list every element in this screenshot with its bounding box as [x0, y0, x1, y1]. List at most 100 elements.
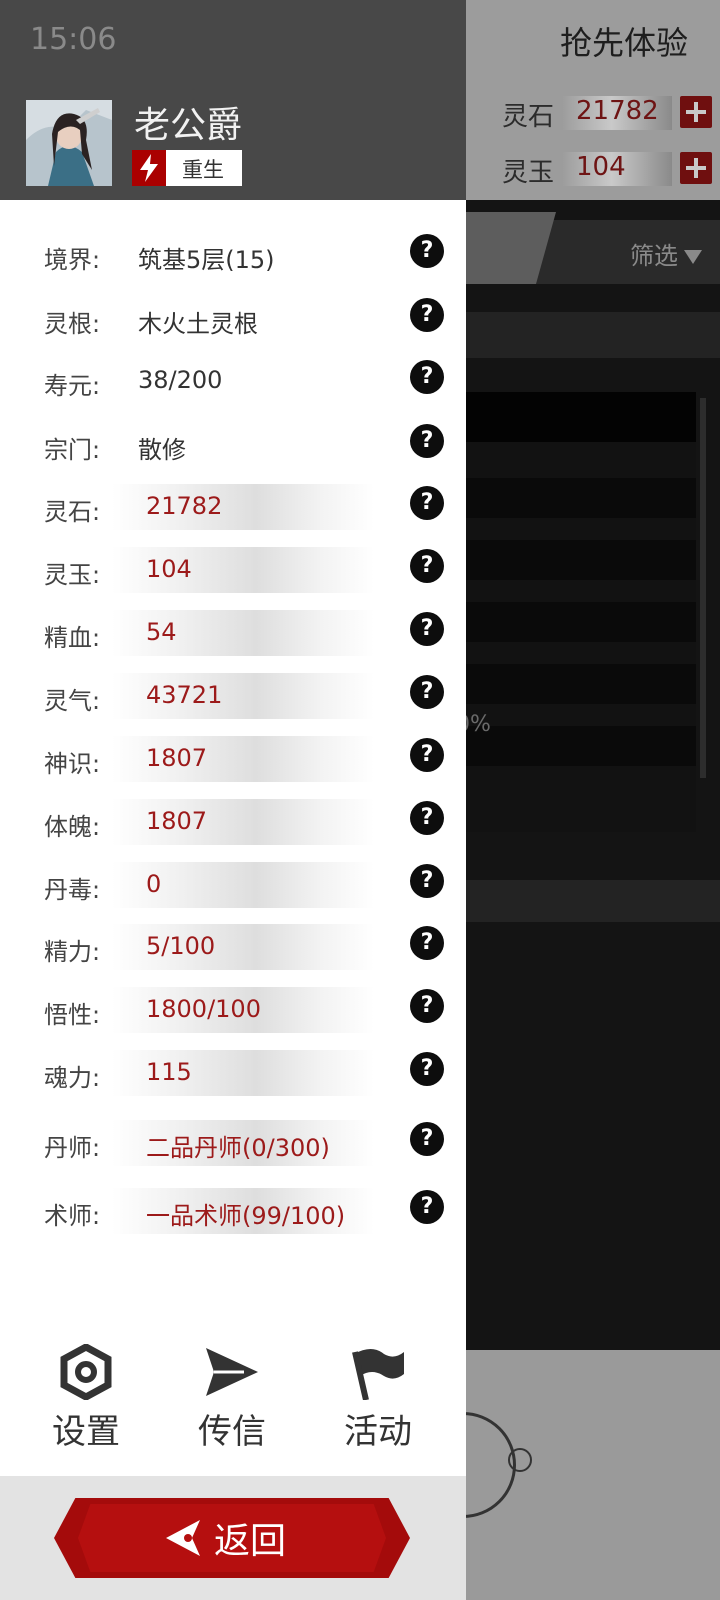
filter-label: 筛选 — [630, 242, 678, 270]
help-icon[interactable]: ? — [410, 675, 444, 709]
stat-label: 神识: — [44, 750, 101, 778]
stat-value: 5/100 — [146, 932, 216, 960]
gear-icon — [60, 1344, 112, 1400]
help-icon[interactable]: ? — [410, 486, 444, 520]
status-badge: 重生 — [132, 150, 242, 186]
stat-row: 灵根: 木火土灵根? — [0, 298, 466, 346]
lightning-icon — [132, 150, 166, 186]
stat-label: 丹师: — [44, 1134, 101, 1162]
list-item[interactable] — [456, 664, 696, 704]
stat-label: 灵玉: — [44, 561, 101, 589]
stat-value: 38/200 — [138, 366, 223, 394]
back-arrow-icon — [164, 1518, 202, 1562]
background-section-bar — [456, 880, 720, 922]
help-icon[interactable]: ? — [410, 1052, 444, 1086]
stat-value: 115 — [146, 1058, 192, 1086]
stat-row: 灵气: 43721? — [0, 673, 466, 723]
stat-value: 1807 — [146, 744, 208, 772]
message-label: 传信 — [198, 1412, 266, 1452]
help-icon[interactable]: ? — [410, 424, 444, 458]
stat-label: 精力: — [44, 938, 101, 966]
add-spirit-jade-icon[interactable] — [680, 152, 712, 184]
back-button[interactable]: 返回 — [54, 1498, 410, 1578]
events-button[interactable]: 活动 — [318, 1344, 438, 1453]
resource-label: 灵玉 — [502, 158, 555, 188]
resource-label: 灵石 — [502, 102, 555, 132]
stat-label: 悟性: — [44, 1001, 101, 1029]
stat-value: 43721 — [146, 681, 223, 709]
stat-value: 二品丹师(0/300) — [146, 1134, 330, 1162]
help-icon[interactable]: ? — [410, 926, 444, 960]
events-label: 活动 — [344, 1412, 412, 1452]
stat-value: 0 — [146, 870, 162, 898]
help-icon[interactable]: ? — [410, 1122, 444, 1156]
back-area: 返回 — [0, 1476, 466, 1600]
stat-row: 丹毒: 0? — [0, 862, 466, 912]
stat-value: 54 — [146, 618, 177, 646]
status-time: 15:06 — [30, 22, 117, 57]
list-header — [456, 392, 696, 442]
stat-label: 灵气: — [44, 687, 101, 715]
background-title: 抢先体验 — [559, 24, 688, 62]
help-icon[interactable]: ? — [410, 549, 444, 583]
background-section-bar — [456, 312, 720, 358]
badge-label: 重生 — [182, 158, 224, 182]
list-item[interactable] — [456, 478, 696, 518]
message-button[interactable]: 传信 — [172, 1344, 292, 1453]
stat-value: 21782 — [146, 492, 223, 520]
background-list — [456, 392, 696, 832]
stat-label: 精血: — [44, 624, 101, 652]
stat-label: 境界: — [44, 246, 101, 274]
stat-value: 1807 — [146, 807, 208, 835]
stat-value: 1800/100 — [146, 995, 261, 1023]
stat-value: 木火土灵根 — [138, 310, 258, 338]
background-resource-spirit-stone: 灵石 21782 — [490, 94, 720, 134]
help-icon[interactable]: ? — [410, 738, 444, 772]
stat-row: 寿元: 38/200? — [0, 360, 466, 408]
help-icon[interactable]: ? — [410, 234, 444, 268]
resource-value: 21782 — [576, 96, 659, 126]
send-icon — [206, 1348, 258, 1396]
help-icon[interactable]: ? — [410, 360, 444, 394]
player-name: 老公爵 — [134, 105, 243, 146]
stat-row: 魂力: 115? — [0, 1050, 466, 1100]
help-icon[interactable]: ? — [410, 1190, 444, 1224]
list-item[interactable] — [456, 602, 696, 642]
stat-label: 魂力: — [44, 1064, 101, 1092]
background-scrollbar[interactable] — [700, 398, 706, 778]
stat-label: 灵根: — [44, 310, 101, 338]
list-item[interactable] — [456, 540, 696, 580]
stat-row: 灵石: 21782? — [0, 484, 466, 534]
stat-label: 丹毒: — [44, 876, 101, 904]
stat-value: 散修 — [138, 436, 186, 464]
resource-value: 104 — [576, 152, 626, 182]
settings-label: 设置 — [52, 1412, 120, 1452]
add-spirit-stone-icon[interactable] — [680, 96, 712, 128]
back-label: 返回 — [214, 1521, 287, 1562]
stat-label: 宗门: — [44, 436, 101, 464]
stat-row: 灵玉: 104? — [0, 547, 466, 597]
help-icon[interactable]: ? — [410, 989, 444, 1023]
stat-label: 体魄: — [44, 813, 101, 841]
stat-value: 一品术师(99/100) — [146, 1202, 346, 1230]
help-icon[interactable]: ? — [410, 612, 444, 646]
avatar[interactable] — [26, 100, 112, 186]
stat-row: 宗门: 散修? — [0, 424, 466, 472]
stat-row: 精血: 54? — [0, 610, 466, 660]
stat-row: 丹师: 二品丹师(0/300)? — [0, 1120, 466, 1170]
stat-value: 104 — [146, 555, 192, 583]
filter-button[interactable]: 筛选 — [630, 236, 702, 271]
stat-label: 寿元: — [44, 372, 101, 400]
stat-row: 体魄: 1807? — [0, 799, 466, 849]
list-item[interactable] — [456, 726, 696, 766]
help-icon[interactable]: ? — [410, 298, 444, 332]
stat-row: 悟性: 1800/100? — [0, 987, 466, 1037]
filter-icon — [684, 250, 702, 264]
stat-row: 境界: 筑基5层(15)? — [0, 234, 466, 282]
side-drawer: 老公爵 重生 境界: 筑基5层(15)? 灵根: 木火土灵根? 寿元: 38/200? 宗门… — [0, 0, 466, 1600]
settings-button[interactable]: 设置 — [26, 1344, 146, 1453]
help-icon[interactable]: ? — [410, 864, 444, 898]
flag-icon — [352, 1349, 404, 1400]
help-icon[interactable]: ? — [410, 801, 444, 835]
stat-value: 筑基5层(15) — [138, 246, 275, 274]
